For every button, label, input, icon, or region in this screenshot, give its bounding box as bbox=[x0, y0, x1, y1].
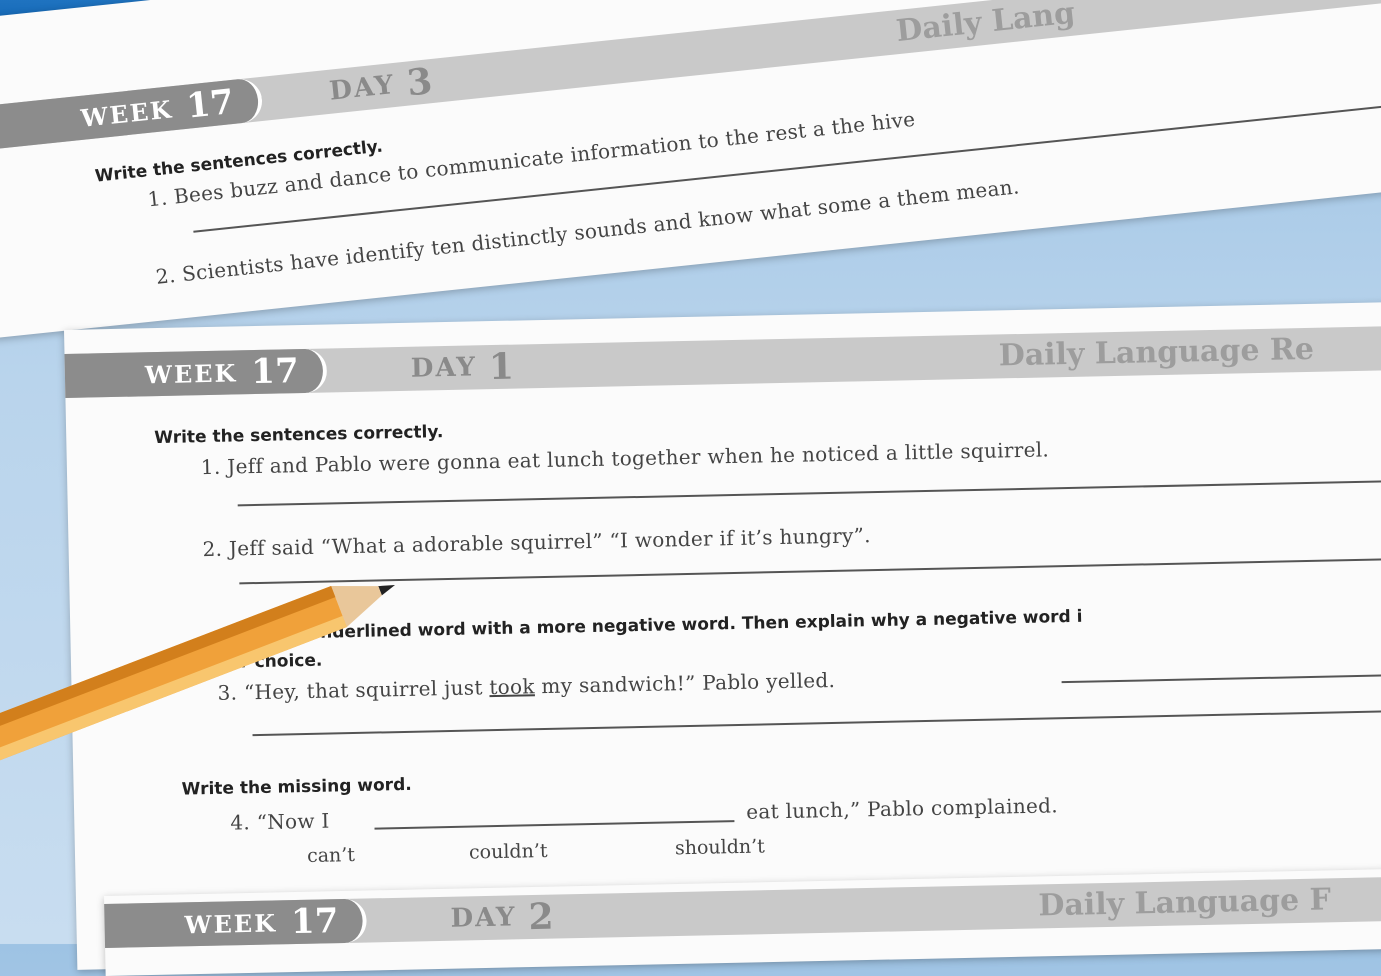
worksheet-title: Daily Language F bbox=[1038, 882, 1332, 924]
word-choice: couldn’t bbox=[468, 839, 548, 864]
sentence-item: 2. Jeff said “What a adorable squirrel” … bbox=[202, 523, 872, 562]
worksheet-day-1: WEEK 17 DAY 1 Daily Language Re Write th… bbox=[64, 301, 1381, 970]
sentence-item: 4. “Now I bbox=[230, 808, 330, 835]
week-number: 17 bbox=[290, 901, 339, 943]
week-label: WEEK 17 bbox=[104, 898, 367, 948]
day-text: DAY bbox=[450, 902, 517, 934]
word-choice: can’t bbox=[306, 844, 356, 868]
underlined-word: took bbox=[489, 674, 536, 700]
day-label: DAY 3 bbox=[327, 59, 434, 114]
week-text: WEEK bbox=[79, 93, 175, 133]
week-label: WEEK 17 bbox=[0, 77, 264, 152]
instruction: etter choice. bbox=[200, 650, 323, 674]
week-text: WEEK bbox=[184, 907, 278, 939]
day-number: 2 bbox=[528, 895, 555, 939]
day-number: 3 bbox=[404, 60, 435, 105]
week-label: WEEK 17 bbox=[64, 348, 328, 398]
sentence-item: 3. “Hey, that squirrel just took my sand… bbox=[217, 668, 835, 705]
week-number: 17 bbox=[250, 351, 300, 393]
fill-in-blank bbox=[374, 820, 735, 830]
answer-line bbox=[239, 557, 1381, 585]
item-text: my sandwich!” Pablo yelled. bbox=[534, 667, 836, 699]
answer-line bbox=[1061, 673, 1381, 684]
week-number: 17 bbox=[184, 81, 236, 127]
worksheet-title: Daily Language Re bbox=[998, 331, 1315, 374]
week-text: WEEK bbox=[144, 357, 238, 389]
day-text: DAY bbox=[410, 352, 478, 384]
instruction: the underlined word with a more negative… bbox=[270, 606, 1083, 644]
instruction: Write the sentences correctly. bbox=[154, 422, 444, 449]
instruction: Write the missing word. bbox=[181, 774, 412, 800]
word-choice: shouldn’t bbox=[674, 835, 766, 860]
day-label: DAY 2 bbox=[450, 895, 554, 941]
day-label: DAY 1 bbox=[410, 345, 515, 391]
day-text: DAY bbox=[327, 69, 397, 107]
day-number: 1 bbox=[488, 345, 515, 389]
item-text: 3. “Hey, that squirrel just bbox=[217, 675, 490, 705]
answer-line bbox=[237, 479, 1381, 507]
worksheet-day-3: WEEK 17 DAY 3 Daily Lang Write the sente… bbox=[0, 0, 1381, 339]
answer-line bbox=[252, 709, 1381, 737]
sentence-item: eat lunch,” Pablo complained. bbox=[745, 793, 1059, 824]
